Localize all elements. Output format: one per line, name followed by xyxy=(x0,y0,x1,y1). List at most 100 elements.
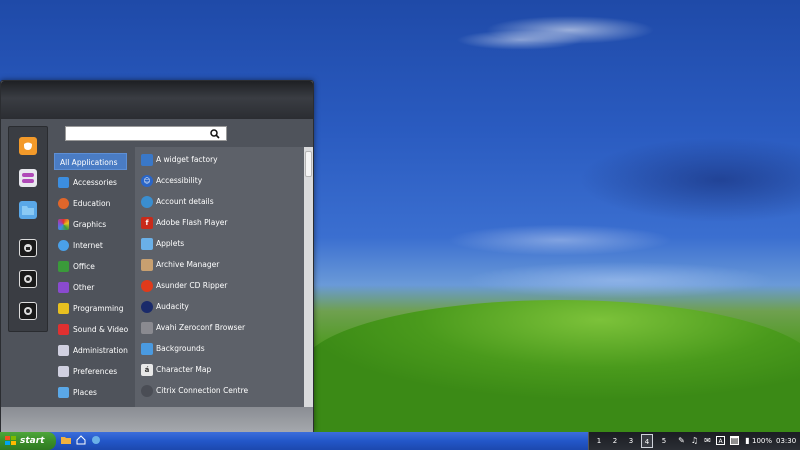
clock[interactable]: 03:30 xyxy=(776,432,796,450)
accessories-icon xyxy=(58,177,69,188)
category-label: Graphics xyxy=(73,220,107,229)
app-list-scrollbar[interactable] xyxy=(304,147,313,407)
citrix-icon xyxy=(141,385,153,397)
app-character-map[interactable]: á Character Map xyxy=(135,361,303,379)
category-label: Accessories xyxy=(73,178,117,187)
programming-icon xyxy=(58,303,69,314)
logout-icon[interactable] xyxy=(19,270,37,288)
app-avahi-zeroconf-browser[interactable]: Avahi Zeroconf Browser xyxy=(135,319,303,337)
app-a-widget-factory[interactable]: A widget factory xyxy=(135,151,303,169)
app-citrix-connection-centre[interactable]: Citrix Connection Centre xyxy=(135,382,303,400)
pen-icon[interactable]: ✎ xyxy=(677,436,686,445)
workspace-3[interactable]: 3 xyxy=(625,434,637,448)
category-places[interactable]: Places xyxy=(54,384,127,401)
audacity-icon xyxy=(141,301,153,313)
search-input[interactable] xyxy=(65,126,227,141)
category-all-applications[interactable]: All Applications xyxy=(54,153,127,170)
education-icon xyxy=(58,198,69,209)
file-manager-icon[interactable] xyxy=(60,434,72,446)
power-icon[interactable] xyxy=(19,302,37,320)
places-icon xyxy=(58,387,69,398)
app-label: Applets xyxy=(156,239,185,248)
widget-factory-icon xyxy=(141,154,153,166)
sound-video-icon xyxy=(58,324,69,335)
cd-ripper-icon xyxy=(141,280,153,292)
flash-icon: f xyxy=(141,217,153,229)
home-folder-icon[interactable] xyxy=(75,434,87,446)
firefox-icon[interactable] xyxy=(19,137,37,155)
battery-icon[interactable]: ▮ xyxy=(743,436,752,445)
menu-header xyxy=(1,81,313,119)
backgrounds-icon xyxy=(141,343,153,355)
app-label: A widget factory xyxy=(156,155,218,164)
app-label: Audacity xyxy=(156,302,189,311)
keyboard-layout-icon[interactable]: A xyxy=(716,436,725,445)
search-icon[interactable] xyxy=(210,129,220,139)
scrollbar-thumb[interactable] xyxy=(305,151,312,177)
category-administration[interactable]: Administration xyxy=(54,342,128,359)
category-graphics[interactable]: Graphics xyxy=(54,216,127,233)
category-education[interactable]: Education xyxy=(54,195,127,212)
app-label: Avahi Zeroconf Browser xyxy=(156,323,246,332)
accessibility-icon: ☺ xyxy=(141,175,153,187)
office-icon xyxy=(58,261,69,272)
app-label: Archive Manager xyxy=(156,260,220,269)
category-office[interactable]: Office xyxy=(54,258,127,275)
battery-percentage: 100% xyxy=(752,437,773,445)
category-programming[interactable]: Programming xyxy=(54,300,127,317)
menu-footer xyxy=(1,407,313,432)
category-preferences[interactable]: Preferences xyxy=(54,363,127,380)
category-accessories[interactable]: Accessories xyxy=(54,174,127,191)
category-sound-video[interactable]: Sound & Video xyxy=(54,321,129,338)
workspace-4[interactable]: 4 xyxy=(641,434,653,448)
lock-screen-icon[interactable] xyxy=(19,239,37,257)
music-icon[interactable]: ♫ xyxy=(690,436,699,445)
category-label: Other xyxy=(73,283,95,292)
character-map-icon: á xyxy=(141,364,153,376)
category-label: Programming xyxy=(73,304,124,313)
favorites-panel xyxy=(8,126,48,332)
category-label: Internet xyxy=(73,241,103,250)
category-label: Education xyxy=(73,199,111,208)
app-archive-manager[interactable]: Archive Manager xyxy=(135,256,303,274)
category-internet[interactable]: Internet xyxy=(54,237,127,254)
administration-icon xyxy=(58,345,69,356)
app-label: Adobe Flash Player xyxy=(156,218,228,227)
other-icon xyxy=(58,282,69,293)
chat-icon[interactable]: ✉ xyxy=(703,436,712,445)
workspace-2[interactable]: 2 xyxy=(609,434,621,448)
preferences-icon xyxy=(58,366,69,377)
workspace-1[interactable]: 1 xyxy=(593,434,605,448)
app-adobe-flash-player[interactable]: f Adobe Flash Player xyxy=(135,214,303,232)
workspace-5[interactable]: 5 xyxy=(658,434,670,448)
category-label: Sound & Video xyxy=(73,325,129,334)
app-label: Account details xyxy=(156,197,214,206)
start-label: start xyxy=(20,436,45,446)
archive-icon xyxy=(141,259,153,271)
graphics-icon xyxy=(58,219,69,230)
category-label: All Applications xyxy=(60,158,118,167)
app-audacity[interactable]: Audacity xyxy=(135,298,303,316)
wallpaper-hill xyxy=(300,300,800,440)
application-list: A widget factory ☺ Accessibility Account… xyxy=(135,147,305,407)
app-backgrounds[interactable]: Backgrounds xyxy=(135,340,303,358)
category-label: Preferences xyxy=(73,367,118,376)
windows-flag-icon xyxy=(5,436,16,445)
category-label: Office xyxy=(73,262,95,271)
category-other[interactable]: Other xyxy=(54,279,127,296)
app-label: Character Map xyxy=(156,365,212,374)
browser-icon[interactable] xyxy=(90,434,102,446)
app-asunder-cd-ripper[interactable]: Asunder CD Ripper xyxy=(135,277,303,295)
folder-icon[interactable] xyxy=(19,201,37,219)
zeroconf-icon xyxy=(141,322,153,334)
app-account-details[interactable]: Account details xyxy=(135,193,303,211)
app-accessibility[interactable]: ☺ Accessibility xyxy=(135,172,303,190)
settings-toggle-icon[interactable] xyxy=(19,169,37,187)
account-icon xyxy=(141,196,153,208)
application-menu: All Applications Accessories Education G… xyxy=(0,80,314,432)
notes-icon[interactable]: ▤ xyxy=(730,436,739,445)
internet-icon xyxy=(58,240,69,251)
app-label: Citrix Connection Centre xyxy=(156,386,249,395)
category-list: All Applications Accessories Education G… xyxy=(54,153,134,407)
app-applets[interactable]: Applets xyxy=(135,235,303,253)
